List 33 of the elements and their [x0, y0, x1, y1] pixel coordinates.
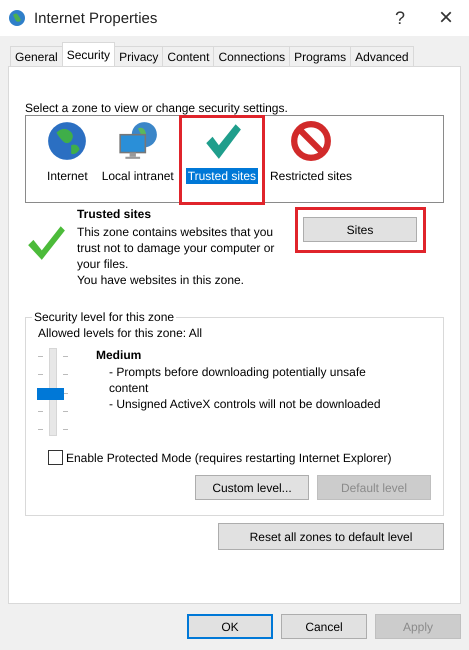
zone-item[interactable]: Local intranet [96, 116, 179, 184]
level-button[interactable]: Custom level... [195, 475, 309, 500]
dialog-button[interactable]: Cancel [281, 614, 367, 639]
monitor-globe-icon [116, 120, 159, 162]
checkbox[interactable] [48, 450, 63, 465]
zone-item[interactable]: Internet [42, 116, 93, 184]
sites-button[interactable]: Sites [303, 217, 417, 242]
zone-description: You have websites in this zone. [77, 272, 245, 288]
tab[interactable]: General [10, 46, 63, 66]
window-title: Internet Properties [34, 10, 158, 26]
tab[interactable]: Privacy [114, 46, 164, 66]
allowed-levels: Allowed levels for this zone: All [38, 326, 204, 340]
level-name: Medium [96, 348, 142, 362]
zone-prompt: Select a zone to view or change security settings. [25, 101, 289, 115]
checkbox-label: Enable Protected Mode (requires restarting Internet Explorer) [66, 450, 392, 464]
dialog-button[interactable]: OK [187, 614, 273, 639]
prohibited-icon [290, 120, 332, 162]
group-legend: Security level for this zone [32, 310, 176, 324]
tab[interactable]: Advanced [350, 46, 414, 66]
zone-item[interactable]: Restricted sites [265, 116, 358, 184]
globe-icon [46, 120, 88, 162]
close-button[interactable]: × [423, 1, 469, 35]
reset-button[interactable]: Reset all zones to default level [218, 523, 444, 550]
tab[interactable]: Security [62, 42, 116, 66]
slider-thumb[interactable] [37, 388, 64, 400]
zone-description: This zone contains websites that you trust not to damage your computer or your files. [77, 224, 276, 272]
zone-item[interactable]: Trusted sites [182, 116, 261, 184]
tab[interactable]: Programs [289, 46, 352, 66]
level-description: - Prompts before downloading potentially unsafe content [108, 364, 367, 396]
globe-icon [8, 8, 28, 28]
zone-title: Trusted sites [77, 207, 152, 221]
help-button[interactable]: ? [377, 1, 423, 35]
level-description: - Unsigned ActiveX controls will not be downloaded [108, 396, 382, 412]
